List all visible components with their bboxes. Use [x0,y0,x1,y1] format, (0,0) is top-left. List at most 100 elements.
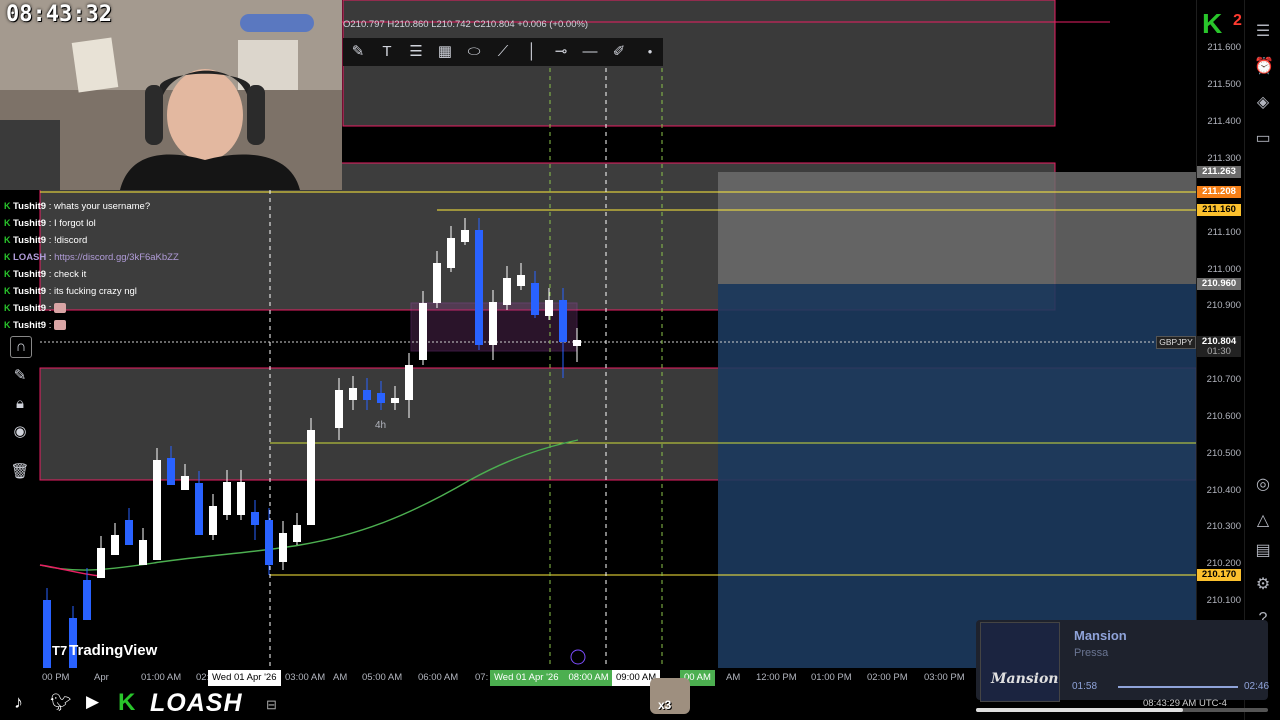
price-label-countdown: 01:30 [1197,347,1241,357]
k-logo-icon: K [118,689,136,716]
candle-body [349,388,357,400]
target-icon[interactable]: ◎ [1254,476,1272,494]
candle-body [475,230,483,345]
magnet-icon[interactable]: ∩ [10,336,32,358]
track-title: Mansion [1074,628,1127,643]
candle-body [265,520,273,565]
price-tick: 210.400 [1206,485,1241,496]
candle-body [531,283,539,315]
eye-icon[interactable]: ◉ [10,422,30,442]
price-tick: 210.300 [1206,521,1241,532]
chat-text: its fucking crazy ngl [54,286,137,297]
k-badge-icon: K [1202,8,1223,39]
chat-username[interactable]: Tushit9 [13,320,46,331]
webcam-overlay: 08:43:32 [0,0,342,190]
lines-icon[interactable]: ☰ [405,42,427,62]
horizontal-line-icon[interactable]: — [579,42,601,62]
chat-separator: : [46,218,54,229]
price-label-bottom: 210.170 [1197,569,1241,581]
candle-body [97,548,105,578]
trendline-icon[interactable]: ⟋ [492,42,514,62]
chat-username[interactable]: Tushit9 [13,201,46,212]
chat-link[interactable]: https://discord.gg/3kF6aKbZZ [54,252,179,263]
time-tick: Apr [94,672,109,683]
pen-icon[interactable]: ✎ [347,42,369,62]
brush-icon[interactable]: ✐ [608,42,630,62]
shape-icon[interactable]: ⬭ [463,42,485,62]
chat-emote [54,303,66,314]
candle-body [447,238,455,268]
chat-message: K Tushit9 : whats your username? [4,198,150,214]
candle-body [573,340,581,346]
calendar-icon[interactable]: ▤ [1254,542,1272,560]
status-time: 08:43:29 AM UTC-4 [1143,698,1227,709]
youtube-icon[interactable]: ▶ [86,692,99,712]
chat-username[interactable]: Tushit9 [13,286,46,297]
date-range-icon[interactable]: ⊟ [266,697,277,713]
candle-body [139,540,147,565]
lightning-icon[interactable] [570,649,586,665]
candle-body [517,275,525,286]
watchlist-icon[interactable]: ☰ [1254,23,1272,41]
price-tick: 210.700 [1206,374,1241,385]
chat-separator: : [46,303,54,314]
chat-username[interactable]: Tushit9 [13,303,46,314]
chat-separator: : [46,235,54,246]
candle-body [223,482,231,515]
chat-separator: : [46,269,54,280]
chat-badge-icon: K [4,218,11,228]
price-label-entry: 210.960 [1197,278,1241,290]
chat-message: K Tushit9 : I forgot lol [4,215,96,231]
bottom-bar: ♪ 🐦︎ ▶ K LOASH ⊟ x3 [0,678,980,720]
position-target-zone [718,172,1196,284]
horizontal-ray-icon[interactable]: ⊸ [550,42,572,62]
webcam-image [0,0,342,190]
settings-icon[interactable]: ⚙ [1254,576,1272,594]
price-tick: 211.000 [1207,264,1241,275]
candle-body [391,398,399,403]
vertical-line-icon[interactable]: │ [521,42,543,62]
time-tick: 12:00 PM [756,672,797,683]
price-tick: 210.600 [1206,411,1241,422]
candle-body [279,533,287,562]
candle-body [377,393,385,403]
layers-icon[interactable]: ◈ [1254,94,1272,112]
track-total: 02:46 [1244,681,1270,692]
chat-badge-icon: K [4,320,11,330]
chat-username[interactable]: Tushit9 [13,269,46,280]
dot-icon[interactable]: ● [639,42,661,62]
time-tick: 03:00 AM [285,672,326,683]
trash-icon[interactable]: 🗑︎ [10,462,30,482]
tiktok-icon[interactable]: ♪ [14,692,23,713]
chat-separator: : [46,201,54,212]
price-axis[interactable]: 211.600 211.500 211.400 211.300 211.100 … [1196,0,1245,668]
candle-body [237,482,245,515]
grid-icon[interactable]: ▦ [434,42,456,62]
alarm-icon[interactable]: ⏰ [1254,58,1274,76]
candle-body [489,302,497,345]
chat-separator: : [46,286,54,297]
candle-body [125,520,133,545]
candle-body [335,390,343,428]
chat-text: !discord [54,235,88,246]
chat-icon[interactable]: ▭ [1254,130,1272,148]
candle-body [363,390,371,400]
lock-icon[interactable]: 🔒︎ [10,394,30,414]
chat-username[interactable]: LOASH [13,252,46,263]
twitter-icon[interactable]: 🐦︎ [50,693,72,713]
edit-icon[interactable]: ✎ [10,366,30,386]
loash-logo: LOASH [150,689,243,717]
candle-body [43,600,51,668]
k-badge-count: 2 [1233,12,1242,29]
chat-message: K Tushit9 : [4,317,66,333]
chat-username[interactable]: Tushit9 [13,218,46,229]
track-elapsed: 01:58 [1072,681,1098,692]
candle-body [251,512,259,525]
text-tool-icon[interactable]: T [376,42,398,62]
price-tick: 210.100 [1206,595,1241,606]
album-art: Mansion [980,622,1060,702]
chat-username[interactable]: Tushit9 [13,235,46,246]
triangle-icon[interactable]: △ [1254,512,1272,530]
chat-badge-icon: K [4,252,11,262]
tradingview-watermark: T7 TradingView [52,642,157,659]
